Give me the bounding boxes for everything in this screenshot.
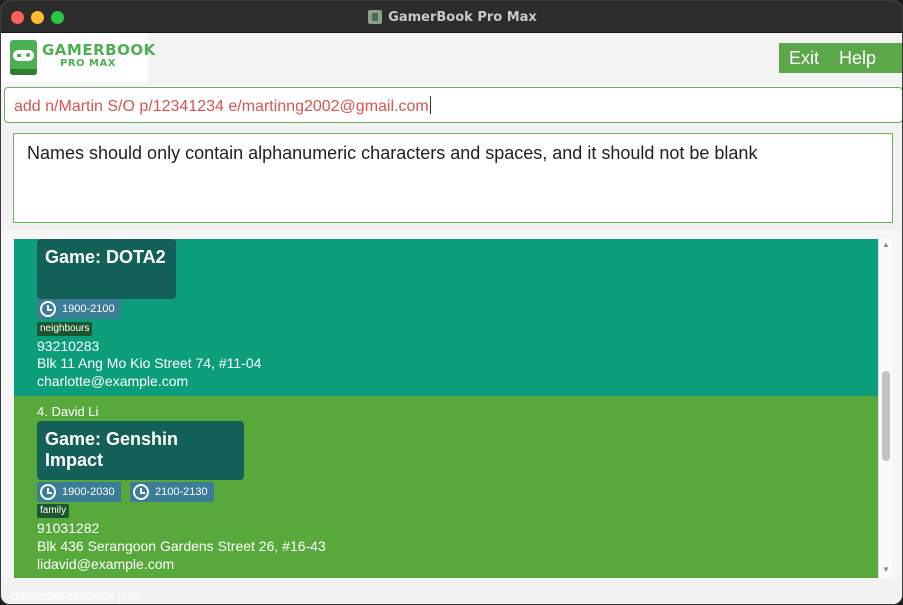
game-label: Game: Genshin Impact [45, 429, 179, 470]
tag-text: family [40, 505, 67, 516]
game-box: Game: Genshin Impact [37, 421, 244, 480]
email-text: charlotte@example.com [37, 373, 189, 389]
game-label: Game: DOTA2 [45, 247, 166, 267]
address-text: Blk 11 Ang Mo Kio Street 74, #11-04 [37, 355, 262, 371]
gamepad-book-icon [10, 40, 37, 75]
title-wrap: GamerBook Pro Max [1, 1, 902, 33]
text-caret [429, 96, 431, 114]
app-icon [368, 10, 383, 24]
clock-icon [133, 484, 149, 500]
address-text: Blk 436 Serangoon Gardens Street 26, #16… [37, 538, 326, 554]
app-window: GamerBook Pro Max GAMERBOOK PRO MAX Exit… [0, 0, 903, 605]
logo-subtitle: PRO MAX [60, 58, 116, 69]
timeslot-text: 1900-2030 [62, 486, 115, 498]
timeslot-text: 1900-2100 [62, 303, 115, 315]
menu-help[interactable]: Help [829, 48, 886, 69]
timeslot-badge: 1900-2030 [37, 482, 121, 502]
timeslot-badge: 2100-2130 [130, 482, 214, 502]
clock-icon [40, 301, 56, 317]
person-card[interactable]: 4. David Li Game: Genshin Impact 1900-20… [14, 396, 878, 578]
status-path: data/addressbook.json [11, 588, 142, 603]
tag-text: neighbours [40, 323, 90, 334]
command-text: add n/Martin S/O p/12341234 e/martinng20… [14, 98, 429, 115]
result-panel: Names should only contain alphanumeric c… [1, 127, 902, 229]
person-list-panel: Game: DOTA2 1900-2100 neighbours 9321028… [1, 229, 902, 578]
person-list[interactable]: Game: DOTA2 1900-2100 neighbours 9321028… [14, 239, 878, 578]
command-input[interactable]: add n/Martin S/O p/12341234 e/martinng20… [4, 87, 902, 123]
tag-badge: family [37, 504, 70, 518]
scroll-thumb[interactable] [882, 371, 890, 461]
menu-exit[interactable]: Exit [779, 48, 829, 69]
scroll-down-icon[interactable]: ▼ [882, 566, 890, 574]
timeslot-text: 2100-2130 [155, 486, 208, 498]
window-title: GamerBook Pro Max [388, 9, 537, 25]
person-card[interactable]: Game: DOTA2 1900-2100 neighbours 9321028… [14, 239, 878, 396]
title-bar: GamerBook Pro Max [1, 1, 902, 33]
logo: GAMERBOOK PRO MAX [1, 33, 155, 82]
phone-text: 93210283 [37, 338, 100, 354]
phone-text: 91031282 [37, 520, 100, 536]
logo-title: GAMERBOOK [42, 41, 156, 59]
list-scrollbar[interactable]: ▲ ▼ [878, 239, 892, 578]
result-display: Names should only contain alphanumeric c… [13, 133, 893, 223]
game-box: Game: DOTA2 [37, 239, 176, 299]
tag-badge: neighbours [37, 322, 93, 336]
scroll-up-icon[interactable]: ▲ [882, 241, 890, 249]
status-bar: data/addressbook.json [1, 578, 902, 604]
email-text: lidavid@example.com [37, 556, 175, 572]
header: GAMERBOOK PRO MAX Exit Help [1, 33, 902, 82]
timeslot-badge: 1900-2100 [37, 299, 121, 319]
person-name: 4. David Li [37, 404, 99, 419]
gamepad-icon [13, 50, 34, 61]
menu-bar: Exit Help [779, 43, 902, 73]
clock-icon [40, 484, 56, 500]
result-message: Names should only contain alphanumeric c… [27, 143, 758, 163]
